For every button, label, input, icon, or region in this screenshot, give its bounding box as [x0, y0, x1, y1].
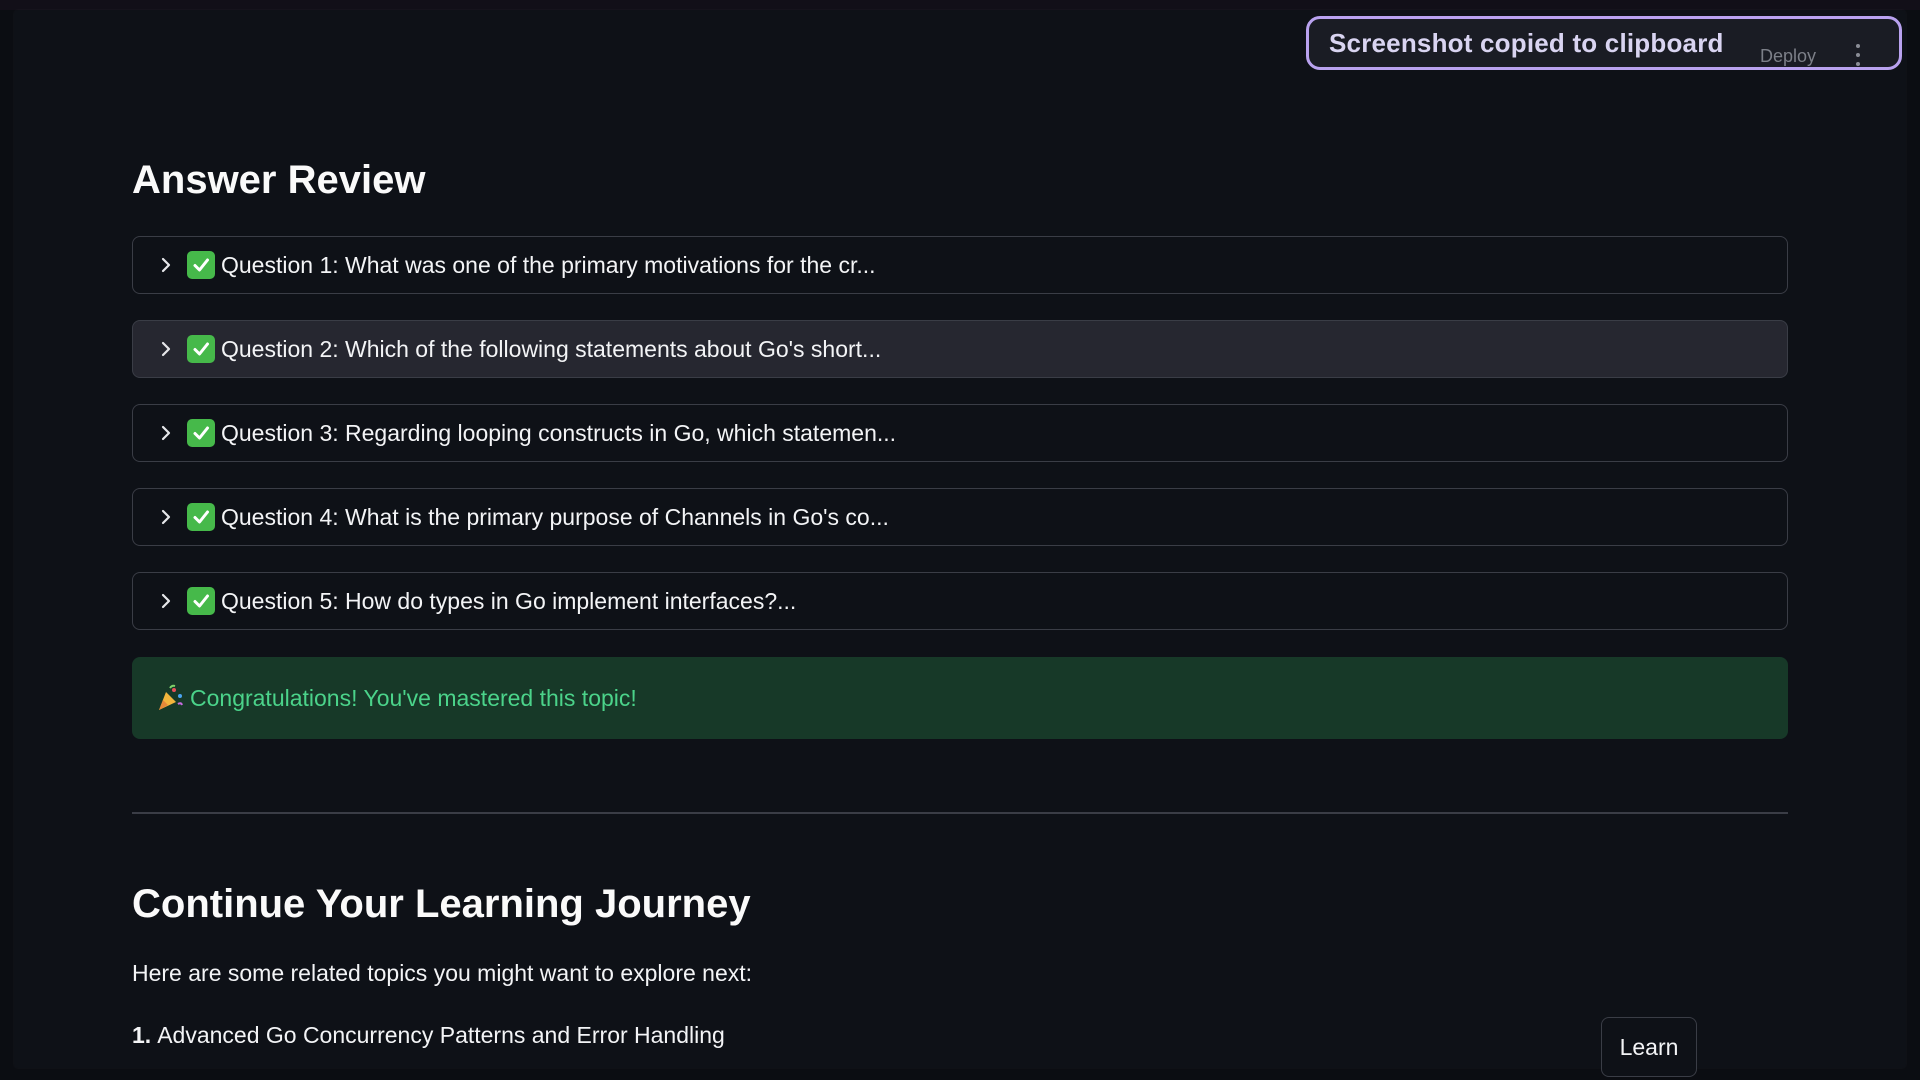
- question-expander-5[interactable]: Question 5: How do types in Go implement…: [132, 572, 1788, 630]
- window-top-edge: [0, 0, 1920, 10]
- question-expander-3[interactable]: Question 3: Regarding looping constructs…: [132, 404, 1788, 462]
- chevron-right-icon: [159, 257, 173, 273]
- chevron-right-icon: [159, 509, 173, 525]
- journey-title: Continue Your Learning Journey: [132, 882, 751, 926]
- answer-review-title: Answer Review: [132, 158, 426, 202]
- success-message: Congratulations! You've mastered this to…: [190, 684, 637, 711]
- question-expander-4[interactable]: Question 4: What is the primary purpose …: [132, 488, 1788, 546]
- chevron-right-icon: [159, 341, 173, 357]
- check-mark-icon: [187, 503, 215, 531]
- topic-label: Advanced Go Concurrency Patterns and Err…: [157, 1022, 725, 1048]
- check-mark-icon: [187, 587, 215, 615]
- question-expander-1[interactable]: Question 1: What was one of the primary …: [132, 236, 1788, 294]
- party-popper-icon: [156, 684, 186, 712]
- toast-message: Screenshot copied to clipboard: [1329, 27, 1724, 58]
- check-mark-icon: [187, 251, 215, 279]
- learn-button[interactable]: Learn: [1601, 1017, 1697, 1077]
- check-mark-icon: [187, 335, 215, 363]
- question-label: Question 1: What was one of the primary …: [221, 251, 876, 278]
- kebab-menu-icon[interactable]: [1855, 44, 1861, 66]
- question-label: Question 3: Regarding looping constructs…: [221, 419, 897, 446]
- chevron-right-icon: [159, 593, 173, 609]
- check-mark-icon: [187, 419, 215, 447]
- question-expander-2[interactable]: Question 2: Which of the following state…: [132, 320, 1788, 378]
- success-alert: Congratulations! You've mastered this to…: [132, 657, 1788, 739]
- deploy-button[interactable]: Deploy: [1760, 46, 1816, 67]
- topic-number: 1.: [132, 1022, 152, 1048]
- topic-item: 1. Advanced Go Concurrency Patterns and E…: [132, 1022, 725, 1049]
- chevron-right-icon: [159, 425, 173, 441]
- divider: [132, 812, 1788, 814]
- question-label: Question 2: Which of the following state…: [221, 335, 882, 362]
- journey-intro: Here are some related topics you might w…: [132, 960, 753, 986]
- question-label: Question 4: What is the primary purpose …: [221, 503, 889, 530]
- question-label: Question 5: How do types in Go implement…: [221, 587, 797, 614]
